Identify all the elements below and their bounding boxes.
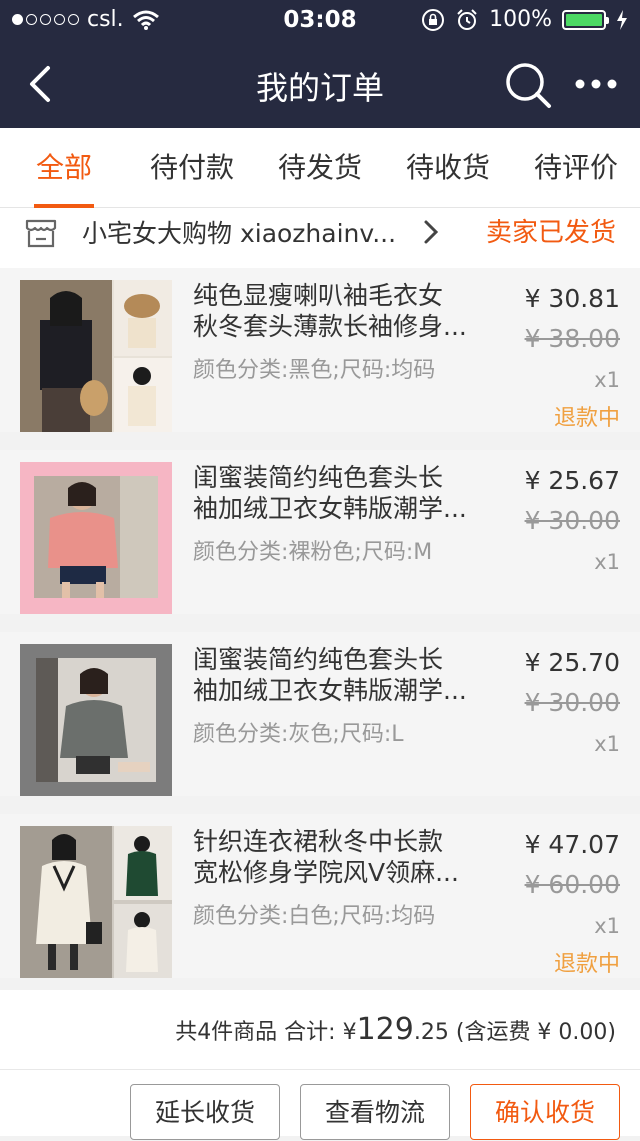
product-original-price: ¥ 30.00 bbox=[524, 506, 620, 535]
product-sku: 颜色分类:白色;尺码:均码 bbox=[193, 904, 436, 929]
product-quantity: x1 bbox=[594, 550, 620, 574]
summary-prefix: 共4件商品 合计: bbox=[175, 1020, 336, 1045]
charging-icon bbox=[617, 9, 627, 30]
product-title-line: 针织连衣裙秋冬中长款 bbox=[193, 827, 444, 856]
status-bar: csl. 03:08 100% bbox=[0, 0, 640, 40]
product-original-price: ¥ 30.00 bbox=[524, 688, 620, 717]
order-total: 共4件商品 合计: ¥129.25 (含运费 ¥ 0.00) bbox=[175, 1012, 616, 1047]
product-title-line: 宽松修身学院风V领麻... bbox=[193, 858, 459, 887]
battery-percent: 100% bbox=[489, 7, 552, 32]
product-original-price: ¥ 38.00 bbox=[524, 324, 620, 353]
product-title: 闺蜜装简约纯色套头长 袖加绒卫衣女韩版潮学... bbox=[193, 462, 483, 524]
tab-label: 待发货 bbox=[277, 151, 362, 184]
tab-label: 待评价 bbox=[533, 151, 618, 184]
product-price: ¥ 47.07 bbox=[524, 830, 620, 859]
tab-pending-receipt[interactable]: 待收货 bbox=[384, 128, 512, 208]
product-title-line: 秋冬套头薄款长袖修身... bbox=[193, 312, 467, 341]
confirm-receipt-button[interactable]: 确认收货 bbox=[470, 1084, 620, 1140]
status-right: 100% bbox=[421, 7, 628, 32]
product-sku: 颜色分类:裸粉色;尺码:M bbox=[193, 540, 433, 565]
product-title-line: 袖加绒卫衣女韩版潮学... bbox=[193, 676, 467, 705]
chevron-right-icon bbox=[424, 220, 439, 244]
tab-pending-payment[interactable]: 待付款 bbox=[128, 128, 256, 208]
product-title-line: 纯色显瘦喇叭袖毛衣女 bbox=[193, 281, 444, 310]
order-status: 卖家已发货 bbox=[485, 218, 616, 248]
product-title-line: 闺蜜装简约纯色套头长 bbox=[193, 645, 444, 674]
product-original-price: ¥ 60.00 bbox=[524, 870, 620, 899]
order-actions: 延长收货 查看物流 确认收货 bbox=[0, 1070, 640, 1140]
refund-status[interactable]: 退款中 bbox=[554, 400, 620, 432]
tab-label: 全部 bbox=[35, 151, 92, 184]
product-title-line: 袖加绒卫衣女韩版潮学... bbox=[193, 494, 467, 523]
product-sku: 颜色分类:黑色;尺码:均码 bbox=[193, 358, 436, 383]
product-title: 纯色显瘦喇叭袖毛衣女 秋冬套头薄款长袖修身... bbox=[193, 280, 483, 342]
product-title-line: 闺蜜装简约纯色套头长 bbox=[193, 463, 444, 492]
view-logistics-button[interactable]: 查看物流 bbox=[300, 1084, 450, 1140]
product-image[interactable] bbox=[20, 462, 172, 614]
product-image[interactable] bbox=[20, 644, 172, 796]
order-tabs: 全部 待付款 待发货 待收货 待评价 bbox=[0, 128, 640, 208]
order-item[interactable]: 闺蜜装简约纯色套头长 袖加绒卫衣女韩版潮学... 颜色分类:裸粉色;尺码:M ¥… bbox=[0, 450, 640, 614]
product-price: ¥ 25.67 bbox=[524, 466, 620, 495]
extend-receipt-button[interactable]: 延长收货 bbox=[130, 1084, 280, 1140]
store-icon bbox=[25, 219, 57, 248]
order-item[interactable]: 针织连衣裙秋冬中长款 宽松修身学院风V领麻... 颜色分类:白色;尺码:均码 ¥… bbox=[0, 814, 640, 978]
order-item[interactable]: 闺蜜装简约纯色套头长 袖加绒卫衣女韩版潮学... 颜色分类:灰色;尺码:L ¥ … bbox=[0, 632, 640, 796]
product-image[interactable] bbox=[20, 826, 172, 978]
nav-bar: 我的订单 bbox=[0, 40, 640, 128]
product-sku: 颜色分类:灰色;尺码:L bbox=[193, 722, 404, 747]
rotation-lock-icon bbox=[422, 8, 445, 31]
product-title: 针织连衣裙秋冬中长款 宽松修身学院风V领麻... bbox=[193, 826, 483, 888]
tab-label: 待付款 bbox=[149, 151, 234, 184]
alarm-icon bbox=[457, 8, 477, 30]
shop-name: 小宅女大购物 xiaozhainv... bbox=[82, 219, 397, 248]
product-quantity: x1 bbox=[594, 732, 620, 756]
tab-label: 待收货 bbox=[405, 151, 490, 184]
search-icon[interactable] bbox=[503, 60, 553, 110]
product-price: ¥ 30.81 bbox=[524, 284, 620, 313]
refund-status[interactable]: 退款中 bbox=[554, 946, 620, 978]
product-image[interactable] bbox=[20, 280, 172, 432]
currency-symbol: ¥ bbox=[342, 1020, 357, 1045]
tab-all[interactable]: 全部 bbox=[0, 128, 128, 208]
total-decimal: .25 bbox=[413, 1020, 449, 1045]
battery-icon bbox=[562, 9, 609, 30]
tab-pending-review[interactable]: 待评价 bbox=[512, 128, 640, 208]
shop-header[interactable]: 小宅女大购物 xiaozhainv... 卖家已发货 bbox=[0, 208, 640, 268]
order-item[interactable]: 纯色显瘦喇叭袖毛衣女 秋冬套头薄款长袖修身... 颜色分类:黑色;尺码:均码 ¥… bbox=[0, 268, 640, 432]
order-summary: 共4件商品 合计: ¥129.25 (含运费 ¥ 0.00) bbox=[0, 990, 640, 1070]
product-quantity: x1 bbox=[594, 368, 620, 392]
product-title: 闺蜜装简约纯色套头长 袖加绒卫衣女韩版潮学... bbox=[193, 644, 483, 706]
product-price: ¥ 25.70 bbox=[524, 648, 620, 677]
shipping-fee: (含运费 ¥ 0.00) bbox=[455, 1020, 616, 1045]
more-icon[interactable] bbox=[572, 62, 620, 106]
tab-pending-shipment[interactable]: 待发货 bbox=[256, 128, 384, 208]
product-quantity: x1 bbox=[594, 914, 620, 938]
total-integer: 129 bbox=[356, 1012, 414, 1047]
